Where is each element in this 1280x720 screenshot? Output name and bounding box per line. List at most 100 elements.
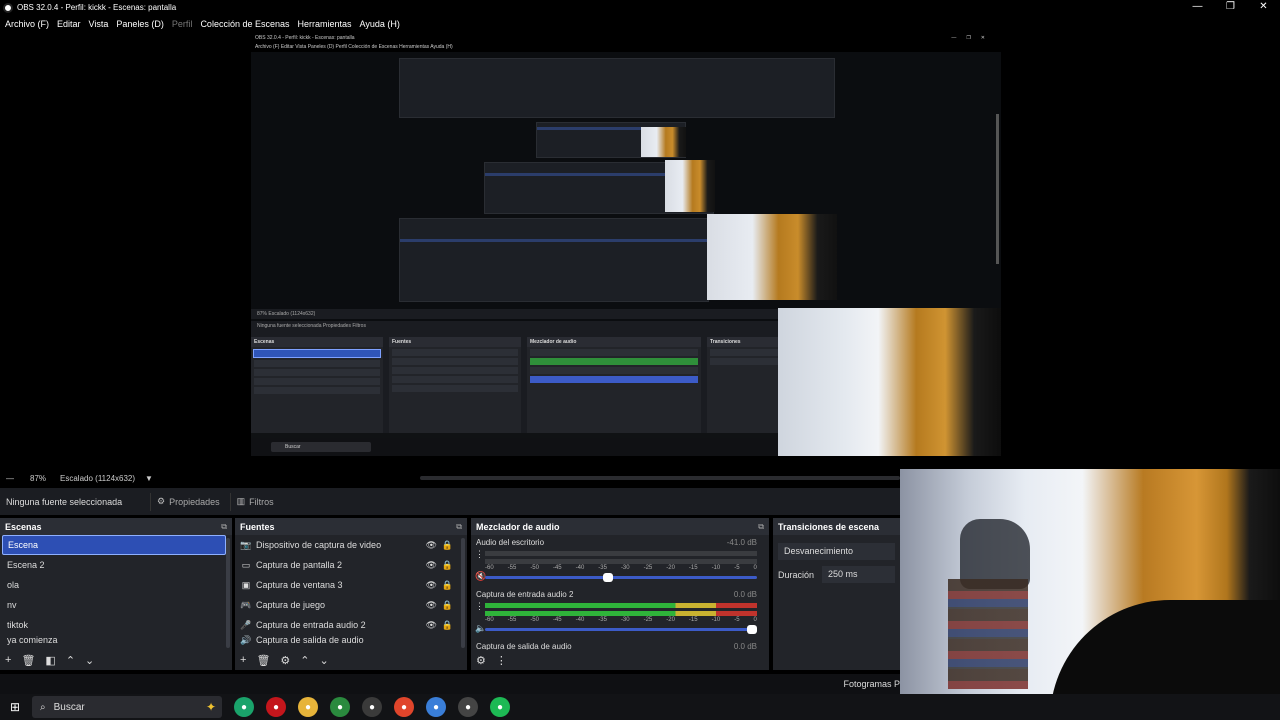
meter-tick-label: -45 — [552, 617, 562, 623]
move-up-icon[interactable]: ⌃ — [66, 654, 75, 667]
scene-filters-icon[interactable]: ◧ — [45, 654, 55, 667]
scene-item[interactable]: ola — [2, 575, 226, 595]
lock-icon[interactable]: 🔒 — [442, 540, 453, 551]
nested-webcam-1 — [707, 214, 837, 300]
meter-tick-label: -35 — [598, 617, 607, 623]
scene-item[interactable]: ya comienza — [2, 635, 226, 645]
zoom-scale-label[interactable]: Escalado (1124x632) — [60, 474, 135, 483]
scenes-dock-header: Escenas ⧉ — [0, 518, 232, 535]
file-explorer-icon[interactable]: ● — [298, 697, 318, 717]
menu-coleccion[interactable]: Colección de Escenas — [200, 19, 289, 29]
source-item[interactable]: 🎤 Captura de entrada audio 2 👁 🔒 — [235, 615, 467, 635]
add-source-icon[interactable]: + — [240, 654, 246, 666]
mixer-settings-icon[interactable]: ⚙ — [476, 654, 486, 667]
meter-tick-label: -15 — [688, 565, 698, 571]
source-label: Dispositivo de captura de video — [256, 540, 382, 550]
sources-scrollbar[interactable] — [461, 538, 465, 648]
channel-menu-icon[interactable]: ⋮ — [475, 601, 484, 612]
undock-icon[interactable]: ⧉ — [758, 522, 764, 532]
visibility-eye-icon[interactable]: 👁 — [426, 600, 437, 611]
preview-zoom-bar: — 87% Escalado (1124x632) ▼ — [0, 470, 900, 486]
nested-level-1 — [399, 218, 709, 302]
speaker-icon: 🔊 — [240, 635, 252, 645]
taskbar-search[interactable]: ⌕ Buscar ✦ — [32, 696, 222, 718]
zoom-dropdown-icon[interactable]: ▼ — [145, 474, 153, 483]
minimize-button[interactable]: — — [1181, 0, 1214, 15]
visibility-eye-icon[interactable]: 👁 — [426, 540, 437, 551]
meter-tick-label: -35 — [598, 565, 607, 571]
lock-icon[interactable]: 🔒 — [442, 620, 453, 631]
windows-taskbar: ⊞ ⌕ Buscar ✦ ● ● ● ● ● ● ● ● ● — [0, 694, 1280, 720]
undock-icon[interactable]: ⧉ — [456, 522, 462, 532]
volume-meter — [485, 559, 757, 564]
filter-icon: ▥ — [236, 496, 246, 506]
source-label: Captura de ventana 3 — [256, 580, 343, 590]
mixer-dock-title: Mezclador de audio — [476, 521, 560, 532]
visibility-eye-icon[interactable]: 👁 — [426, 620, 437, 631]
opera-icon[interactable]: ● — [266, 697, 286, 717]
duration-input[interactable]: 250 ms — [822, 566, 895, 583]
volume-fader[interactable] — [485, 573, 757, 582]
menu-editar[interactable]: Editar — [57, 19, 81, 29]
remove-source-icon[interactable]: 🗑 — [256, 654, 270, 667]
undock-icon[interactable]: ⧉ — [221, 522, 227, 532]
chrome-profile-icon[interactable]: ● — [426, 697, 446, 717]
channel-menu-icon[interactable]: ⋮ — [475, 549, 484, 560]
meter-tick-label: -60 — [485, 617, 494, 623]
volume-meter — [485, 611, 757, 616]
opera-gx-icon[interactable]: ● — [234, 697, 254, 717]
scene-item[interactable]: Escena 2 — [2, 555, 226, 575]
capcut-icon[interactable]: ● — [362, 697, 382, 717]
windows-start-icon[interactable]: ⊞ — [0, 700, 30, 714]
zoom-level[interactable]: 87% — [30, 474, 46, 483]
close-button[interactable]: ✕ — [1247, 0, 1280, 15]
volume-fader[interactable] — [485, 625, 757, 634]
menu-archivo[interactable]: Archivo (F) — [5, 19, 49, 29]
spotify-icon[interactable]: ● — [490, 697, 510, 717]
scene-item[interactable]: nv — [2, 595, 226, 615]
menu-paneles[interactable]: Paneles (D) — [116, 19, 164, 29]
move-down-icon[interactable]: ⌄ — [85, 654, 94, 667]
visibility-eye-icon[interactable]: 👁 — [426, 580, 437, 591]
mixer-menu-icon[interactable]: ⋮ — [496, 654, 507, 667]
lock-icon[interactable]: 🔒 — [442, 600, 453, 611]
filters-button[interactable]: ▥ Filtros — [229, 492, 280, 511]
remove-scene-icon[interactable]: 🗑 — [21, 654, 35, 667]
zoom-collapse-icon[interactable]: — — [6, 474, 14, 483]
source-item[interactable]: 📷 Dispositivo de captura de video 👁 🔒 — [235, 535, 467, 555]
nested-mixer-dock: Mezclador de audio — [527, 337, 701, 433]
meter-tick-label: -5 — [734, 565, 740, 571]
source-item[interactable]: 🔊 Captura de salida de audio — [235, 635, 467, 645]
source-item[interactable]: ▣ Captura de ventana 3 👁 🔒 — [235, 575, 467, 595]
nested-webcam-2 — [665, 160, 715, 212]
fader-knob[interactable] — [602, 573, 613, 582]
add-scene-icon[interactable]: + — [5, 654, 11, 666]
fader-knob[interactable] — [747, 625, 757, 634]
move-down-icon[interactable]: ⌄ — [320, 654, 329, 667]
menu-herramientas[interactable]: Herramientas — [298, 19, 352, 29]
transition-type-select[interactable]: Desvanecimiento — [778, 543, 895, 560]
move-up-icon[interactable]: ⌃ — [300, 654, 309, 667]
source-item[interactable]: ▭ Captura de pantalla 2 👁 🔒 — [235, 555, 467, 575]
properties-button[interactable]: ⚙ Propiedades — [150, 492, 226, 511]
brave-icon[interactable]: ● — [394, 697, 414, 717]
lock-icon[interactable]: 🔒 — [442, 560, 453, 571]
source-item[interactable]: 🎮 Captura de juego 👁 🔒 — [235, 595, 467, 615]
filters-label: Filtros — [249, 496, 274, 507]
source-properties-icon[interactable]: ⚙ — [280, 654, 290, 667]
menu-perfil[interactable]: Perfil — [172, 19, 193, 29]
meter-tick-label: -50 — [530, 565, 539, 571]
chrome-icon[interactable]: ● — [330, 697, 350, 717]
lock-icon[interactable]: 🔒 — [442, 580, 453, 591]
visibility-eye-icon[interactable]: 👁 — [426, 560, 437, 571]
scene-item[interactable]: Escena — [2, 535, 226, 555]
meter-tick-label: -60 — [485, 565, 494, 571]
scenes-scrollbar[interactable] — [226, 538, 230, 648]
scene-item[interactable]: tiktok — [2, 615, 226, 635]
preview-horizontal-scrollbar[interactable] — [420, 476, 900, 480]
menu-ayuda[interactable]: Ayuda (H) — [360, 19, 400, 29]
obs-icon[interactable]: ● — [458, 697, 478, 717]
menu-vista[interactable]: Vista — [89, 19, 109, 29]
preview-canvas[interactable]: OBS 32.0.4 - Perfil: kickk - Escenas: pa… — [251, 34, 1001, 456]
maximize-button[interactable]: ❐ — [1214, 0, 1247, 15]
